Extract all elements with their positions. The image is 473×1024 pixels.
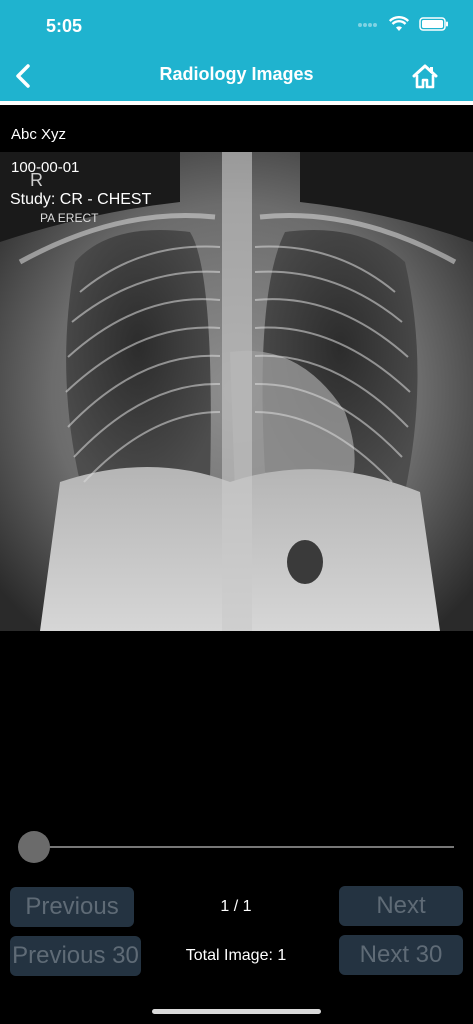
image-slider-track[interactable] <box>34 846 454 848</box>
battery-icon <box>419 17 448 31</box>
header-divider <box>0 101 473 105</box>
view-label: PA ERECT <box>40 211 99 225</box>
top-bar: 5:05 Radiology Images <box>0 0 473 101</box>
home-indicator <box>152 1009 321 1014</box>
wifi-icon <box>389 16 409 31</box>
image-counter: 1 / 1 <box>220 898 252 915</box>
patient-id: 100-00-01 <box>11 159 80 176</box>
status-icons <box>357 16 449 32</box>
home-icon[interactable] <box>411 62 439 90</box>
page-title: Radiology Images <box>159 64 314 84</box>
side-marker: R <box>30 170 43 190</box>
next-button[interactable]: Next <box>339 886 463 926</box>
next-30-button[interactable]: Next 30 <box>339 935 463 975</box>
status-time: 5:05 <box>46 16 83 36</box>
image-slider-thumb[interactable] <box>18 831 50 863</box>
cellular-icon <box>358 23 377 27</box>
patient-name: Abc Xyz <box>11 126 67 143</box>
total-images-label: Total Image: 1 <box>185 947 287 964</box>
study-label: Study: CR - CHEST <box>10 191 152 208</box>
previous-30-button[interactable]: Previous 30 <box>10 936 141 976</box>
previous-button[interactable]: Previous <box>10 887 134 927</box>
